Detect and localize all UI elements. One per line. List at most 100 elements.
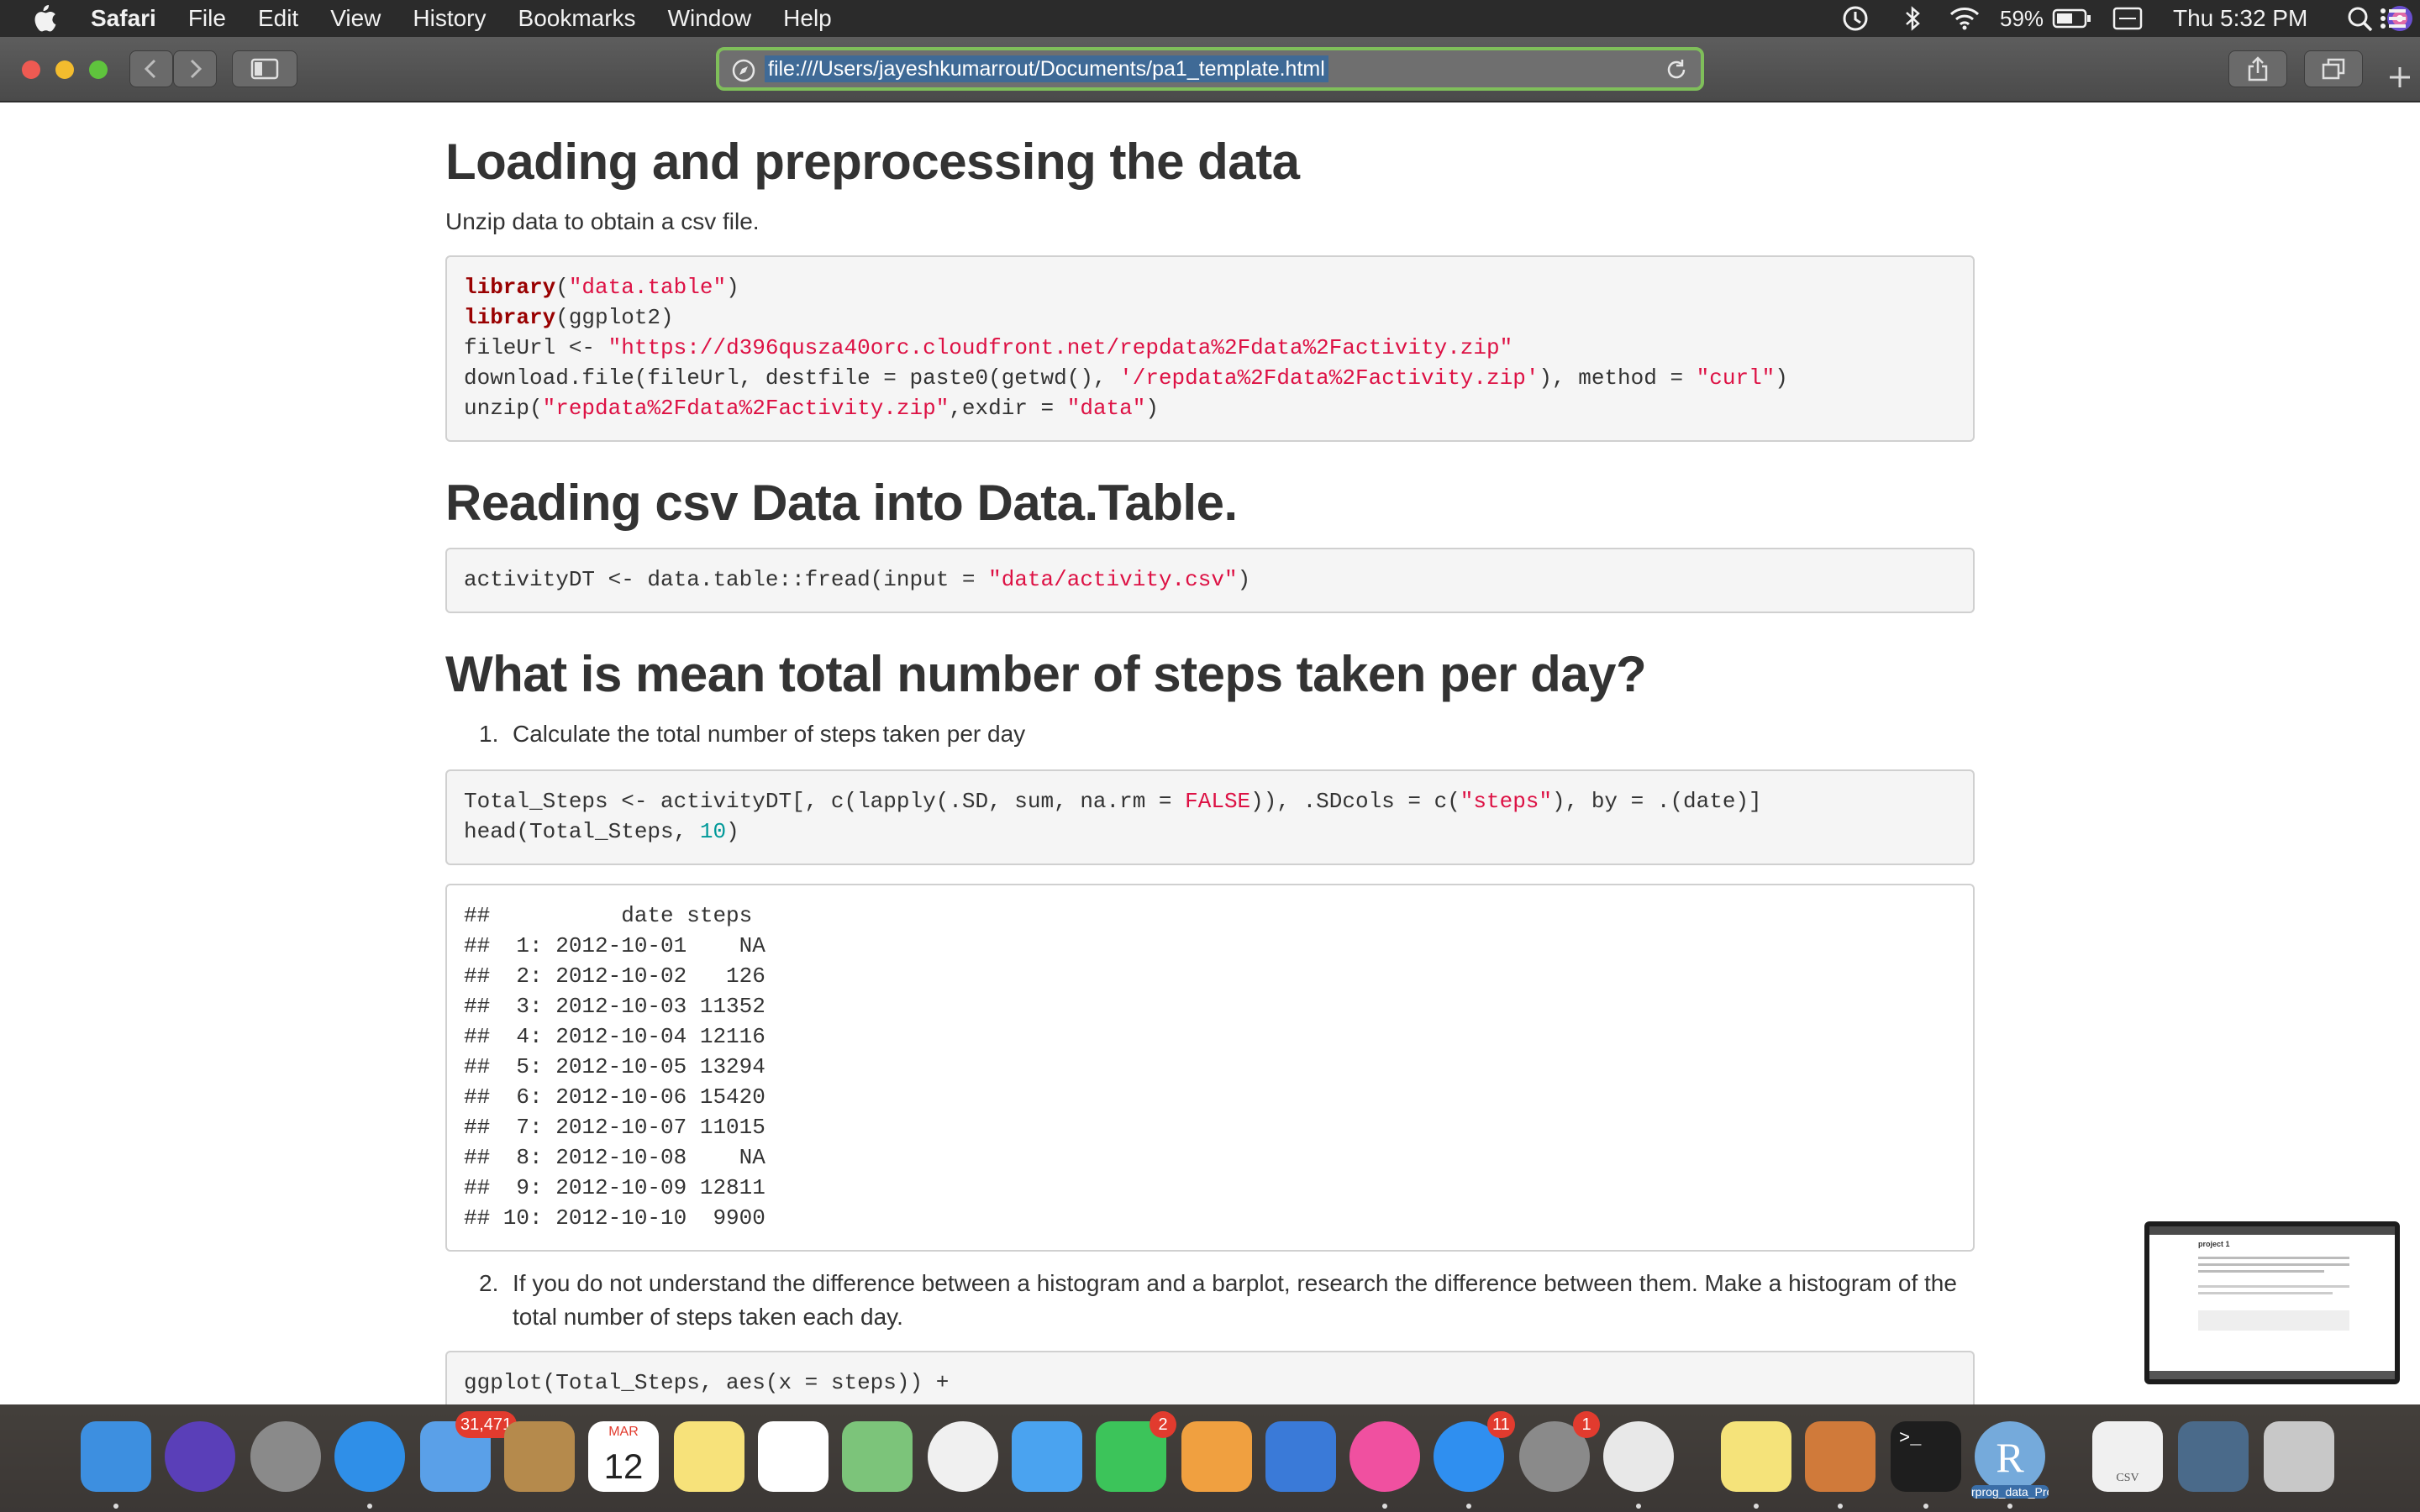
terminal-icon[interactable]: >_ — [1891, 1421, 1961, 1492]
keyboard-icon[interactable] — [2111, 0, 2144, 37]
keynote-icon[interactable] — [1265, 1421, 1336, 1492]
thumbnail-content: project 1 — [2149, 1226, 2395, 1379]
clock[interactable]: Thu 5:32 PM — [2173, 0, 2307, 37]
code-token: ) — [1775, 365, 1788, 391]
code-token: FALSE — [1185, 789, 1251, 814]
output-line: ## date steps — [464, 903, 753, 928]
output-line: ## 6: 2012-10-06 15420 — [464, 1084, 765, 1110]
menu-view[interactable]: View — [330, 5, 381, 32]
code-token: "https://d396qusza40orc.cloudfront.net/r… — [608, 335, 1513, 360]
code-token: Total_Steps <- activityDT[, c(lapply(.SD… — [464, 789, 1186, 814]
code-token: "data" — [1066, 396, 1146, 421]
rstudio-icon[interactable]: R — [1975, 1421, 2045, 1492]
code-token: head(Total_Steps, — [464, 819, 700, 844]
running-indicator — [113, 1504, 118, 1509]
reload-icon[interactable] — [1664, 57, 1689, 82]
code-token: (ggplot2) — [555, 305, 674, 330]
code-token: "data.table" — [568, 275, 727, 300]
code-token: )), .SDcols = c( — [1250, 789, 1460, 814]
zoom-window-button[interactable] — [89, 60, 108, 79]
minimize-window-button[interactable] — [55, 60, 74, 79]
running-indicator — [1466, 1504, 1471, 1509]
itunes-icon[interactable] — [1349, 1421, 1420, 1492]
calculator-icon[interactable] — [1805, 1421, 1876, 1492]
output-line: ## 3: 2012-10-03 11352 — [464, 994, 765, 1019]
finder-icon[interactable] — [81, 1421, 151, 1492]
maps-icon[interactable] — [842, 1421, 913, 1492]
chevron-left-icon — [144, 59, 156, 79]
menu-window[interactable]: Window — [668, 5, 752, 32]
code-line: download.file(fileUrl, destfile = paste0… — [464, 363, 1956, 393]
siri-icon[interactable] — [165, 1421, 235, 1492]
sidebar-toggle-button[interactable] — [232, 50, 297, 87]
dock-icon-label: CSV — [2116, 1472, 2139, 1484]
output-line: ## 5: 2012-10-05 13294 — [464, 1054, 765, 1079]
url-text[interactable]: file:///Users/jayeshkumarrout/Documents/… — [765, 55, 1328, 82]
step-1-text: Calculate the total number of steps take… — [513, 721, 1026, 747]
safari-icon[interactable] — [334, 1421, 405, 1492]
code-token: ), method = — [1539, 365, 1697, 391]
menu-help[interactable]: Help — [783, 5, 832, 32]
battery-icon[interactable] — [2052, 0, 2092, 37]
code-token: ) — [1237, 567, 1251, 592]
dock-icon-label: 12 — [603, 1446, 644, 1486]
step-2-text-line1: If you do not understand the difference … — [513, 1270, 1957, 1296]
code-token: "repdata%2Fdata%2Factivity.zip" — [542, 396, 950, 421]
code-token: library — [464, 305, 556, 330]
photos-icon[interactable] — [928, 1421, 998, 1492]
launchpad-icon[interactable] — [250, 1421, 321, 1492]
address-bar[interactable]: file:///Users/jayeshkumarrout/Documents/… — [716, 47, 1704, 91]
menu-edit[interactable]: Edit — [258, 5, 298, 32]
code-line: library(ggplot2) — [464, 302, 1956, 333]
pages-icon[interactable] — [1181, 1421, 1252, 1492]
csv-document-icon[interactable]: CSV — [2092, 1421, 2163, 1492]
output-line: ## 8: 2012-10-08 NA — [464, 1145, 765, 1170]
time-machine-icon[interactable] — [1839, 0, 1872, 37]
wifi-icon[interactable] — [1948, 0, 1981, 37]
menu-file[interactable]: File — [188, 5, 226, 32]
menu-bookmarks[interactable]: Bookmarks — [518, 5, 636, 32]
bluetooth-icon[interactable] — [1902, 0, 1923, 37]
close-window-button[interactable] — [22, 60, 40, 79]
menu-history[interactable]: History — [413, 5, 486, 32]
heading-mean-steps: What is mean total number of steps taken… — [445, 646, 1647, 702]
code-token: ( — [555, 275, 569, 300]
contacts-icon[interactable] — [504, 1421, 575, 1492]
reminders-icon[interactable] — [758, 1421, 829, 1492]
tabs-icon — [2322, 58, 2345, 80]
intro-text: Unzip data to obtain a csv file. — [445, 208, 760, 234]
share-button[interactable] — [2228, 50, 2287, 87]
code-block-histogram: ggplot(Total_Steps, aes(x = steps)) + — [445, 1351, 1975, 1406]
stickies-icon[interactable] — [1721, 1421, 1791, 1492]
code-block-total-steps: Total_Steps <- activityDT[, c(lapply(.SD… — [445, 769, 1975, 865]
messages-icon[interactable] — [1012, 1421, 1082, 1492]
menu-app-safari[interactable]: Safari — [91, 5, 156, 32]
calendar-icon[interactable]: 12 MAR — [588, 1421, 659, 1492]
thumbnail-line — [2198, 1257, 2349, 1259]
battery-percent: 59% — [2000, 5, 2044, 31]
tab-overview-button[interactable] — [2304, 50, 2363, 87]
code-token: unzip( — [464, 396, 543, 421]
notification-center-icon[interactable] — [2378, 3, 2408, 34]
downloads-stack-icon[interactable] — [2178, 1421, 2249, 1492]
thumbnail-line — [2198, 1270, 2324, 1273]
code-line: unzip("repdata%2Fdata%2Factivity.zip",ex… — [464, 393, 1956, 423]
step-2-text-line2: total number of steps taken each day. — [513, 1304, 903, 1330]
new-tab-icon[interactable] — [2385, 62, 2415, 92]
spotlight-search-icon[interactable] — [2346, 0, 2375, 37]
menu-bar: Safari File Edit View History Bookmarks … — [0, 0, 2420, 37]
back-button[interactable] — [129, 50, 173, 87]
list-number-2: 2. — [479, 1270, 499, 1296]
screenshot-thumbnail[interactable]: project 1 — [2144, 1221, 2400, 1384]
chrome-icon[interactable] — [1603, 1421, 1674, 1492]
running-indicator — [1923, 1504, 1928, 1509]
code-token: ) — [726, 819, 739, 844]
calendar-month: MAR — [608, 1425, 639, 1439]
trash-icon[interactable] — [2264, 1421, 2334, 1492]
notes-icon[interactable] — [674, 1421, 744, 1492]
apple-menu-icon[interactable] — [30, 3, 57, 34]
dock-badge: 1 — [1573, 1411, 1600, 1438]
code-token: fileUrl <- — [464, 335, 608, 360]
code-token: 10 — [699, 819, 727, 844]
forward-button[interactable] — [173, 50, 217, 87]
